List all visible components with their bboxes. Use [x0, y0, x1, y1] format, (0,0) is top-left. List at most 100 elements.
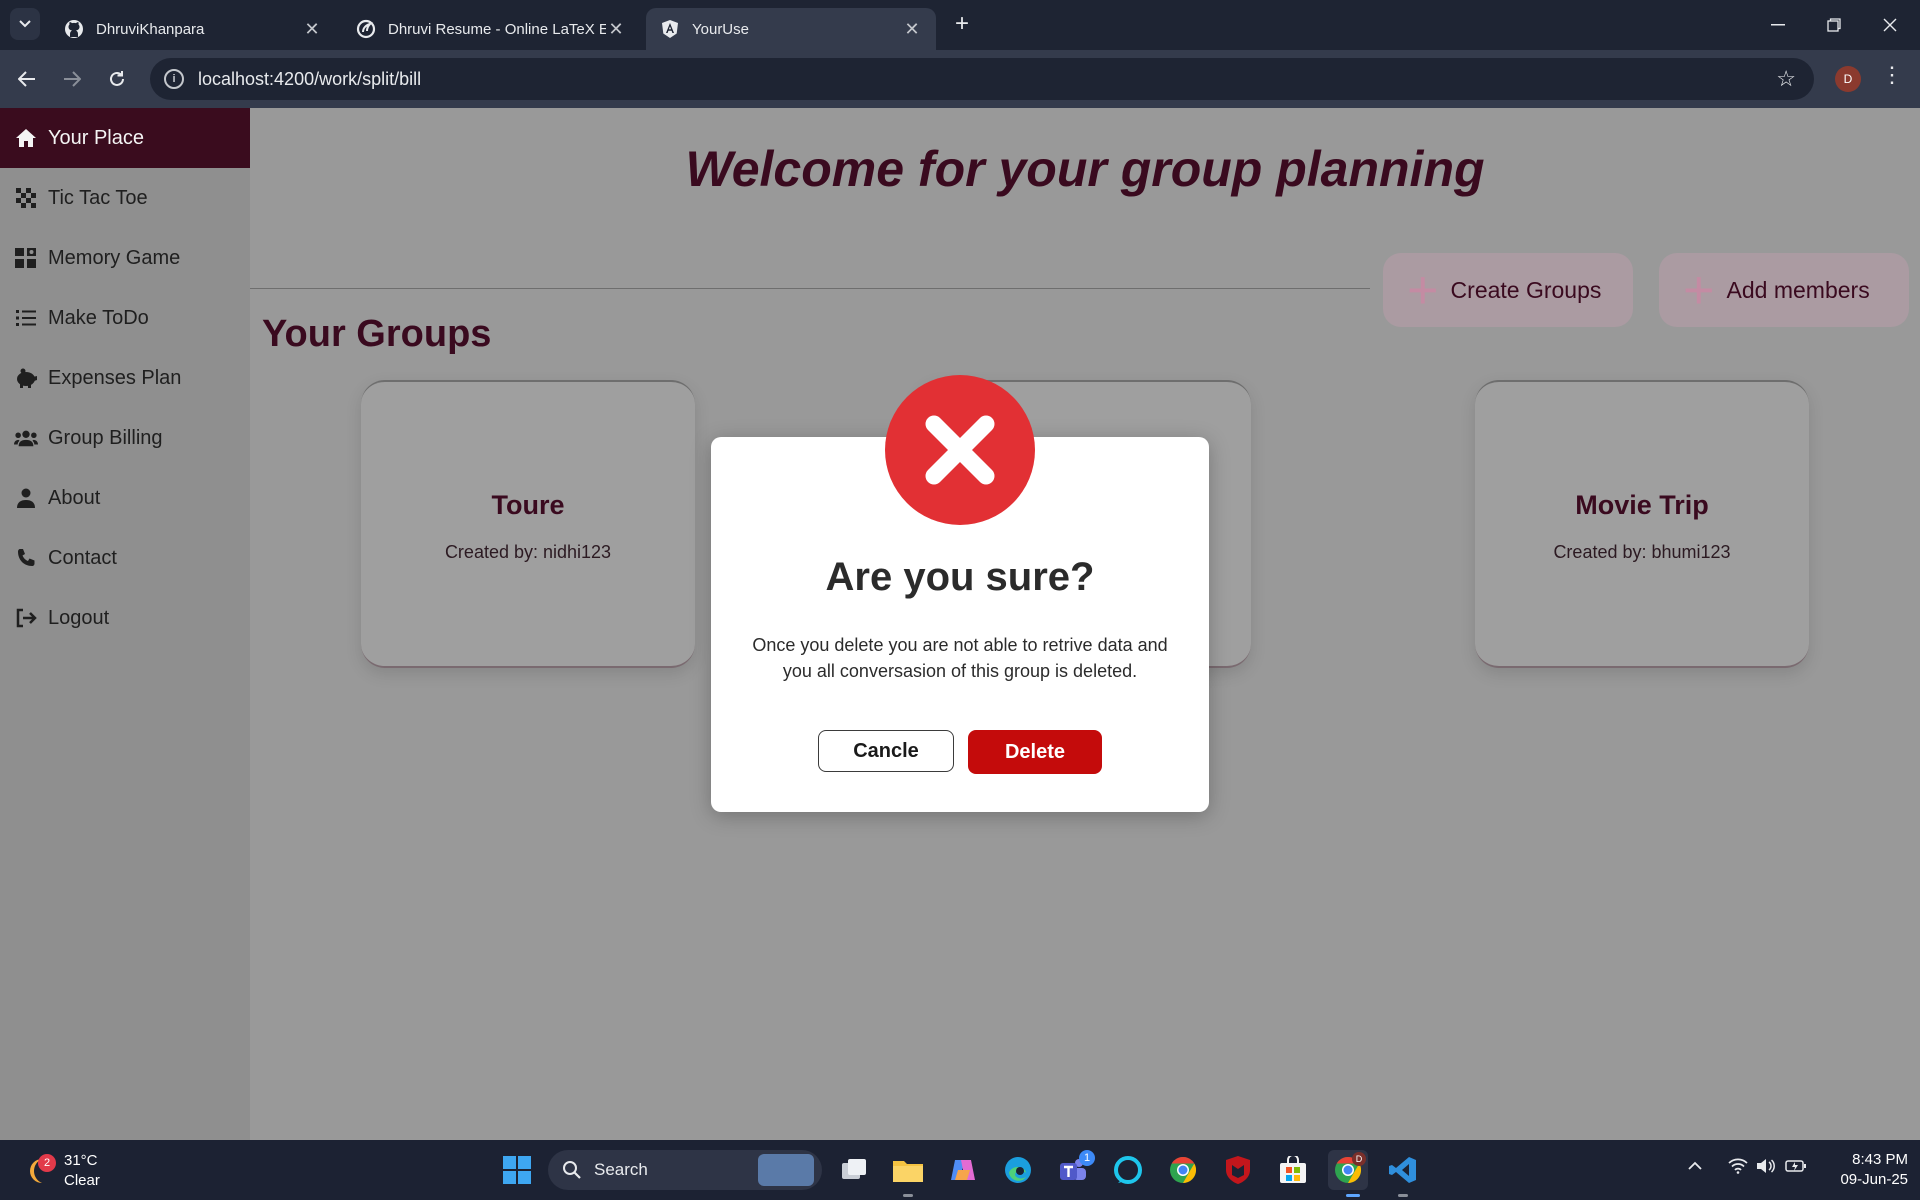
- reload-icon: [110, 71, 124, 86]
- sidebar-item-label: Memory Game: [48, 246, 181, 269]
- restore-icon: [1827, 18, 1841, 32]
- group-card[interactable]: Toure Created by: nidhi123: [361, 380, 695, 668]
- vscode-icon: [1389, 1157, 1416, 1183]
- edge-button[interactable]: [998, 1150, 1038, 1190]
- tab-search-button[interactable]: [10, 8, 40, 40]
- minimize-button[interactable]: [1756, 8, 1800, 42]
- close-icon: [1883, 18, 1897, 32]
- error-x-icon: [885, 375, 1035, 525]
- teams-button[interactable]: 1: [1053, 1150, 1095, 1190]
- sidebar-item-group-billing[interactable]: Group Billing: [0, 408, 250, 468]
- browser-menu-icon[interactable]: ⋮: [1880, 62, 1904, 88]
- sidebar-item-label: About: [48, 486, 101, 509]
- taskbar-search[interactable]: Search: [548, 1150, 822, 1190]
- chevron-down-icon: [19, 20, 31, 28]
- group-card[interactable]: Movie Trip Created by: bhumi123: [1475, 380, 1809, 668]
- task-view-button[interactable]: [834, 1150, 874, 1190]
- user-icon: [14, 486, 38, 510]
- clock-date: 09-Jun-25: [1840, 1171, 1908, 1188]
- tab-title: YourUse: [692, 20, 749, 38]
- sidebar-item-about[interactable]: About: [0, 468, 250, 528]
- minimize-icon: [1771, 24, 1785, 26]
- battery-icon[interactable]: [1785, 1158, 1807, 1179]
- vscode-button[interactable]: [1383, 1150, 1423, 1190]
- tab-yourfuse[interactable]: YourUse ✕: [646, 8, 936, 50]
- sidebar-item-label: Group Billing: [48, 426, 163, 449]
- active-app-indicator: [1346, 1194, 1360, 1197]
- microsoft-store-button[interactable]: [1273, 1150, 1313, 1190]
- search-highlight-image: [758, 1154, 814, 1186]
- angular-icon: [660, 19, 680, 39]
- sidebar-item-make-todo[interactable]: Make ToDo: [0, 288, 250, 348]
- store-icon: [1280, 1156, 1306, 1183]
- sidebar-item-your-place[interactable]: Your Place: [0, 108, 250, 168]
- close-tab-icon[interactable]: ✕: [606, 19, 626, 40]
- alexa-button[interactable]: [1108, 1150, 1148, 1190]
- site-info-icon[interactable]: i: [164, 69, 184, 89]
- tab-title: Dhruvi Resume - Online LaTeX Editor: [388, 20, 606, 38]
- browser-tab-bar: DhruviKhanpara ✕ Dhruvi Resume - Online …: [0, 0, 1920, 50]
- sidebar-item-label: Make ToDo: [48, 306, 149, 329]
- dialog-message: Once you delete you are not able to retr…: [752, 635, 1168, 681]
- show-hidden-icons-button[interactable]: [1688, 1158, 1702, 1176]
- group-name: Toure: [491, 490, 565, 520]
- chrome-button[interactable]: [1163, 1150, 1203, 1190]
- close-tab-icon[interactable]: ✕: [902, 19, 922, 40]
- sidebar-item-label: Contact: [48, 546, 117, 569]
- tab-overleaf[interactable]: Dhruvi Resume - Online LaTeX Editor ✕: [342, 8, 640, 50]
- logout-icon: [14, 606, 38, 630]
- address-bar[interactable]: i localhost:4200/work/split/bill ☆: [150, 58, 1814, 100]
- browser-toolbar: i localhost:4200/work/split/bill ☆ D ⋮: [0, 50, 1920, 108]
- profile-avatar[interactable]: D: [1835, 66, 1861, 92]
- group-created-by: Created by: bhumi123: [1553, 542, 1731, 562]
- sidebar-item-memory-game[interactable]: Memory Game: [0, 228, 250, 288]
- group-created-by: Created by: nidhi123: [444, 542, 612, 562]
- forward-button[interactable]: [55, 62, 89, 96]
- running-app-indicator: [903, 1194, 913, 1197]
- github-icon: [64, 19, 84, 39]
- sidebar-item-contact[interactable]: Contact: [0, 528, 250, 588]
- weather-widget[interactable]: 2 31°C Clear: [22, 1148, 132, 1192]
- puzzle-icon: [14, 246, 38, 270]
- cancel-button[interactable]: Cancle: [818, 730, 954, 772]
- group-name: Movie Trip: [1575, 490, 1709, 520]
- piggy-bank-icon: [14, 366, 38, 390]
- running-app-indicator: [1398, 1194, 1408, 1197]
- delete-button[interactable]: Delete: [968, 730, 1102, 774]
- plus-icon: +: [1407, 260, 1439, 320]
- sidebar-item-label: Logout: [48, 606, 110, 629]
- back-button[interactable]: [10, 62, 44, 96]
- new-tab-button[interactable]: +: [948, 10, 976, 38]
- notification-badge: 2: [38, 1154, 56, 1172]
- windows-logo-icon: [503, 1156, 531, 1184]
- sidebar-item-label: Your Place: [48, 126, 144, 149]
- chevron-up-icon: [1688, 1161, 1702, 1170]
- close-tab-icon[interactable]: ✕: [302, 19, 322, 40]
- create-groups-button[interactable]: + Create Groups: [1383, 253, 1633, 327]
- tab-github[interactable]: DhruviKhanpara ✕: [50, 8, 336, 50]
- grid-icon: [14, 186, 38, 210]
- url-text[interactable]: localhost:4200/work/split/bill: [198, 69, 421, 90]
- list-icon: [14, 306, 38, 330]
- notification-badge: 1: [1079, 1150, 1095, 1166]
- volume-icon[interactable]: [1756, 1158, 1776, 1179]
- copilot-button[interactable]: [943, 1150, 983, 1190]
- alexa-icon: [1114, 1156, 1142, 1184]
- system-clock[interactable]: 8:43 PM 09-Jun-25: [1822, 1150, 1908, 1190]
- close-window-button[interactable]: [1868, 8, 1912, 42]
- chrome-profile-button[interactable]: D: [1328, 1150, 1368, 1190]
- edge-icon: [1005, 1157, 1031, 1183]
- search-icon: [563, 1161, 581, 1179]
- sidebar-item-expenses-plan[interactable]: Expenses Plan: [0, 348, 250, 408]
- users-icon: [14, 426, 38, 450]
- start-button[interactable]: [497, 1150, 537, 1190]
- wifi-icon[interactable]: [1728, 1158, 1748, 1179]
- restore-button[interactable]: [1812, 8, 1856, 42]
- sidebar-item-logout[interactable]: Logout: [0, 588, 250, 648]
- reload-button[interactable]: [100, 62, 134, 96]
- mcafee-button[interactable]: [1218, 1150, 1258, 1190]
- file-explorer-button[interactable]: [888, 1150, 928, 1190]
- add-members-button[interactable]: + Add members: [1659, 253, 1909, 327]
- bookmark-star-icon[interactable]: ☆: [1776, 66, 1796, 92]
- sidebar-item-tic-tac-toe[interactable]: Tic Tac Toe: [0, 168, 250, 228]
